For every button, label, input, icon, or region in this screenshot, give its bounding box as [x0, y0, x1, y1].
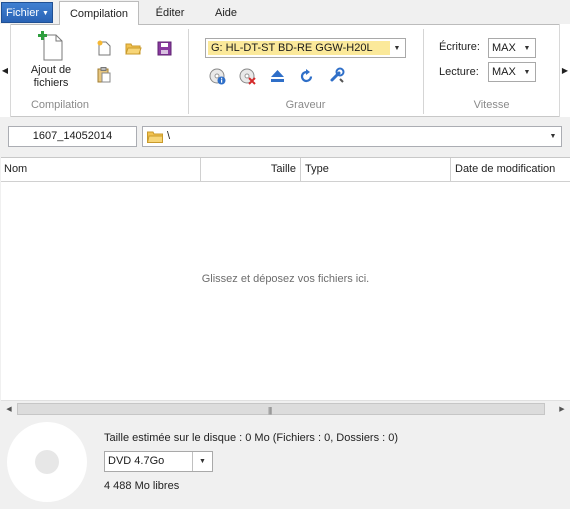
- chevron-down-icon: ▼: [523, 68, 531, 76]
- drive-select-value: G: HL-DT-ST BD-RE GGW-H20L: [208, 41, 390, 55]
- compilation-group-label: Compilation: [30, 99, 90, 111]
- wrench-icon: [330, 67, 345, 83]
- write-speed-value: MAX: [492, 42, 516, 54]
- refresh-icon: [300, 68, 312, 82]
- read-speed-value: MAX: [492, 66, 516, 78]
- write-speed-select[interactable]: MAX ▼: [488, 38, 536, 58]
- eject-icon: [270, 70, 284, 82]
- tab-aide[interactable]: Aide: [199, 1, 253, 24]
- compilation-name-field[interactable]: 1607_14052014: [8, 126, 137, 147]
- burner-group-label: Graveur: [285, 99, 326, 111]
- eject-button[interactable]: [268, 67, 286, 85]
- grip-icon: |||: [268, 406, 272, 415]
- estimated-size-text: Taille estimée sur le disque : 0 Mo (Fic…: [104, 432, 399, 444]
- add-files-label-line1: Ajout de: [30, 64, 72, 76]
- ribbon-scroll-right-button[interactable]: ▶: [559, 24, 570, 117]
- file-menu-label: Fichier: [6, 6, 40, 19]
- column-header-date[interactable]: Date de modification: [451, 158, 570, 182]
- media-type-value: DVD 4.7Go: [108, 455, 165, 467]
- disc-hole: [35, 450, 59, 474]
- chevron-down-icon: ▼: [549, 133, 557, 140]
- scroll-left-arrow-icon[interactable]: ◀: [2, 402, 16, 416]
- free-space-text: 4 488 Mo libres: [104, 480, 180, 492]
- erase-disc-icon: [239, 68, 256, 85]
- open-compilation-button[interactable]: [124, 39, 142, 57]
- chevron-down-icon: ▼: [523, 44, 531, 52]
- column-header-size[interactable]: Taille: [201, 158, 301, 182]
- new-compilation-button[interactable]: [95, 39, 113, 57]
- chevron-down-icon: ▼: [192, 452, 212, 471]
- save-compilation-button[interactable]: [155, 39, 173, 57]
- add-files-label-line2: fichiers: [33, 77, 69, 89]
- write-speed-label: Écriture:: [439, 41, 480, 53]
- save-disk-icon: [157, 41, 171, 55]
- new-document-icon: [97, 40, 111, 56]
- tab-compilation[interactable]: Compilation: [59, 1, 139, 25]
- column-header-type[interactable]: Type: [301, 158, 451, 182]
- file-list[interactable]: Nom Taille Type Date de modification Gli…: [1, 157, 570, 400]
- path-value: \: [167, 130, 171, 142]
- add-file-icon: [38, 31, 63, 61]
- speed-group-label: Vitesse: [473, 99, 510, 111]
- drive-select[interactable]: G: HL-DT-ST BD-RE GGW-H20L ▼: [205, 38, 406, 58]
- add-files-button[interactable]: Ajout de fichiers: [22, 29, 80, 91]
- tab-editer[interactable]: Éditer: [143, 1, 197, 24]
- chevron-down-icon: ▼: [393, 44, 401, 52]
- ribbon-scroll-left-button[interactable]: ◀: [0, 24, 11, 117]
- file-menu-button[interactable]: Fichier ▼: [1, 2, 53, 23]
- media-type-select[interactable]: DVD 4.7Go ▼: [104, 451, 213, 472]
- path-select[interactable]: \ ▼: [142, 126, 562, 147]
- column-header-name[interactable]: Nom: [1, 158, 201, 182]
- read-speed-select[interactable]: MAX ▼: [488, 62, 536, 82]
- horizontal-scrollbar[interactable]: ◀ ||| ▶: [1, 400, 570, 416]
- disc-info-button[interactable]: [208, 67, 226, 85]
- drive-tools-button[interactable]: [328, 66, 346, 84]
- open-folder-icon: [124, 43, 142, 55]
- read-speed-label: Lecture:: [439, 66, 479, 78]
- drop-hint: Glissez et déposez vos fichiers ici.: [201, 273, 370, 285]
- folder-icon: [147, 131, 163, 143]
- refresh-drive-button[interactable]: [297, 67, 315, 85]
- paste-button[interactable]: [95, 66, 113, 84]
- disc-info-icon: [209, 68, 225, 84]
- clipboard-icon: [97, 67, 111, 83]
- chevron-down-icon: ▼: [42, 9, 49, 17]
- scroll-right-arrow-icon[interactable]: ▶: [555, 402, 569, 416]
- scrollbar-thumb[interactable]: |||: [17, 403, 545, 415]
- erase-disc-button[interactable]: [238, 67, 256, 85]
